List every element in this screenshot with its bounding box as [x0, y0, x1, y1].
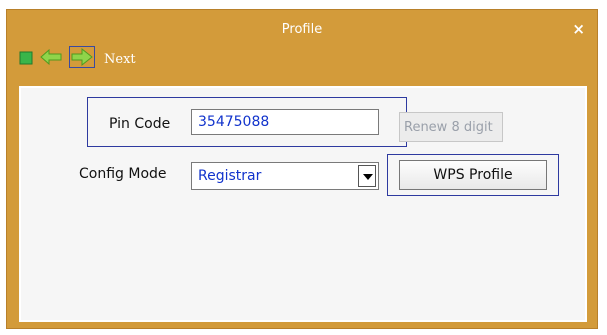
- config-mode-value: Registrar: [198, 168, 262, 184]
- pin-code-input[interactable]: 35475088: [191, 109, 379, 135]
- stop-icon[interactable]: [19, 50, 33, 69]
- config-mode-select[interactable]: Registrar: [191, 162, 379, 190]
- profile-panel: Pin Code 35475088 Renew 8 digit Config M…: [19, 86, 587, 322]
- pin-code-label: Pin Code: [109, 116, 171, 132]
- renew-8-digit-button[interactable]: Renew 8 digit: [399, 112, 503, 142]
- back-arrow-icon[interactable]: [40, 48, 62, 69]
- next-label[interactable]: Next: [104, 52, 136, 67]
- toolbar: Next: [19, 46, 136, 72]
- config-mode-label: Config Mode: [79, 166, 167, 182]
- forward-arrow-icon[interactable]: [69, 46, 95, 72]
- profile-window: Profile × Next Pin Code 35475088 Renew 8…: [6, 9, 598, 329]
- window-title: Profile: [281, 22, 323, 37]
- close-icon[interactable]: ×: [572, 20, 585, 38]
- chevron-down-icon[interactable]: [358, 165, 376, 187]
- wps-profile-button[interactable]: WPS Profile: [399, 160, 547, 190]
